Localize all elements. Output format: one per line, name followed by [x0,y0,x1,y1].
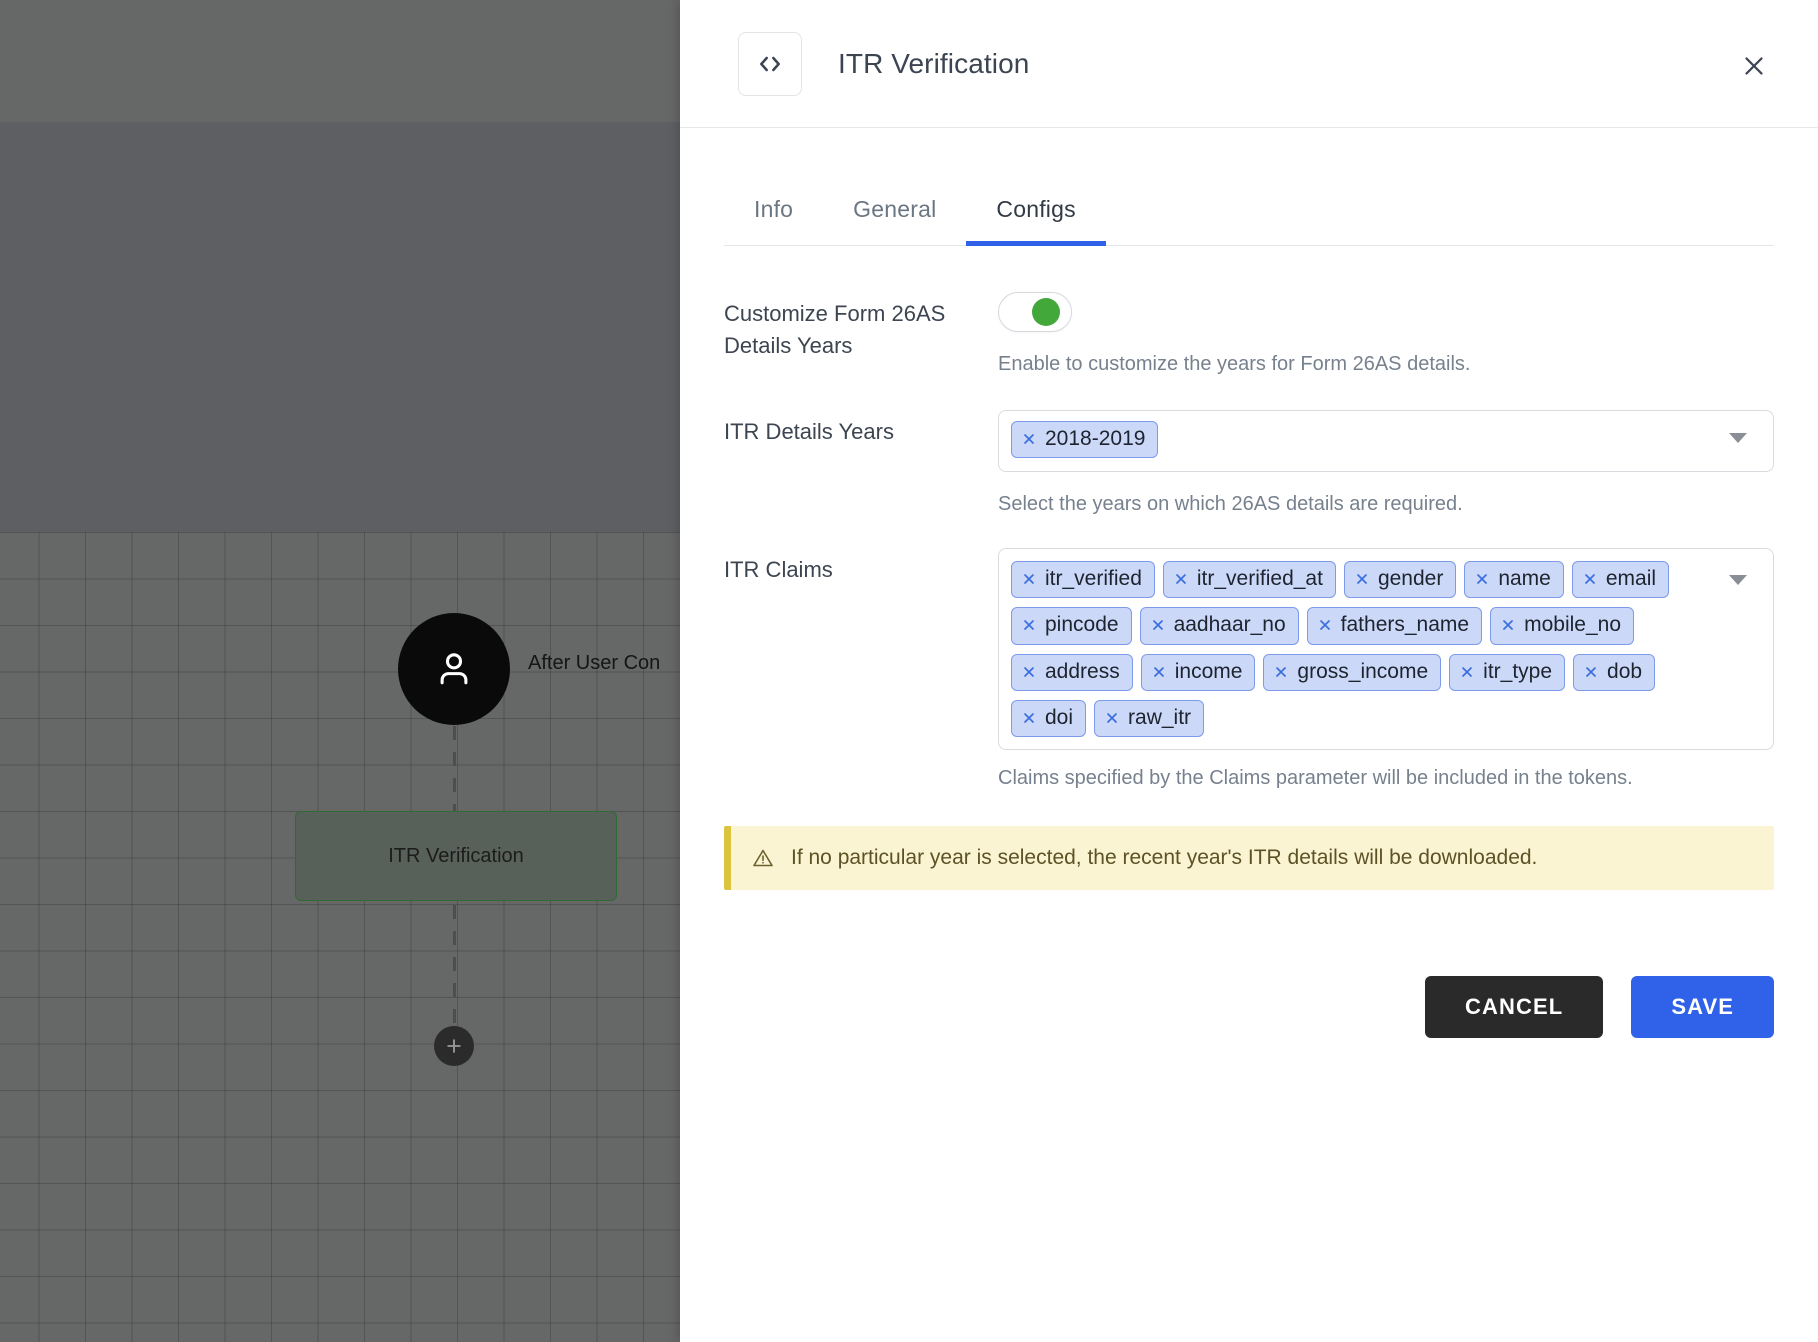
task-node-label: ITR Verification [388,844,524,867]
chip-label: pincode [1045,613,1119,637]
drawer-tabs: Info General Configs [724,176,1774,246]
chip-label: mobile_no [1524,613,1621,637]
drawer-actions: CANCEL SAVE [724,976,1774,1038]
chip-label: itr_verified [1045,567,1142,590]
warning-text: If no particular year is selected, the r… [791,846,1538,869]
add-step-button[interactable] [434,1026,474,1066]
chip-remove-icon[interactable] [1273,664,1289,680]
tab-configs[interactable]: Configs [966,176,1107,246]
save-button[interactable]: SAVE [1631,976,1774,1038]
chip-label: dob [1607,659,1643,683]
chip-mobile-no[interactable]: mobile_no [1490,607,1634,645]
tab-info[interactable]: Info [724,176,823,245]
chip-remove-icon[interactable] [1104,710,1120,726]
chip-label: income [1174,659,1243,683]
customize-form26as-toggle[interactable] [998,292,1072,332]
chip-2018-2019[interactable]: 2018-2019 [1011,421,1159,459]
chip-label: gender [1377,567,1444,590]
configs-form: Customize Form 26AS Details Years Enable… [724,246,1774,1038]
chevron-down-icon[interactable] [1729,433,1747,443]
canvas-topbar-dim [0,0,680,122]
flow-edge-lower [453,905,456,1035]
close-button[interactable] [1730,42,1778,90]
chip-pincode[interactable]: pincode [1011,607,1132,645]
workflow-canvas[interactable]: After User Con ITR Verification [0,0,680,1342]
config-drawer: ITR Verification Info General Configs Cu… [680,0,1818,1342]
chip-doi[interactable]: doi [1011,699,1087,737]
page-title: ITR Verification [838,47,1030,79]
chip-label: itr_type [1483,659,1553,683]
tab-general[interactable]: General [823,176,966,245]
chip-remove-icon[interactable] [1317,617,1333,633]
chip-label: 2018-2019 [1045,427,1146,450]
toggle-knob [1032,298,1060,326]
chip-label: itr_verified_at [1196,567,1323,590]
chip-label: doi [1045,705,1074,729]
chip-itr-verified[interactable]: itr_verified [1011,561,1155,599]
chip-remove-icon[interactable] [1021,571,1037,587]
chip-remove-icon[interactable] [1150,617,1166,633]
chip-itr-verified-at[interactable]: itr_verified_at [1162,561,1336,599]
user-icon [431,646,477,692]
canvas-upper-band [0,122,680,532]
chip-remove-icon[interactable] [1173,571,1189,587]
itr-claims-select[interactable]: itr_verified itr_verified_at gender name ema… [998,548,1774,750]
chevron-down-icon[interactable] [1729,575,1747,585]
chip-email[interactable]: email [1571,561,1670,599]
chip-label: email [1605,567,1657,590]
chip-remove-icon[interactable] [1500,617,1516,633]
chip-income[interactable]: income [1140,653,1256,691]
chip-label: name [1498,567,1551,590]
plus-icon [444,1036,464,1056]
chip-remove-icon[interactable] [1582,571,1598,587]
itr-details-years-helper: Select the years on which 26AS details a… [998,493,1463,515]
chip-remove-icon[interactable] [1151,664,1167,680]
customize-form26as-label: Customize Form 26AS Details Years [724,301,946,358]
itr-details-years-select[interactable]: 2018-2019 [998,410,1774,472]
chip-label: aadhaar_no [1173,613,1286,637]
close-icon [1739,51,1769,81]
chip-fathers-name[interactable]: fathers_name [1306,607,1483,645]
app-root: After User Con ITR Verification ITR Veri… [0,0,1818,1342]
chip-remove-icon[interactable] [1354,571,1370,587]
chip-remove-icon[interactable] [1474,571,1490,587]
itr-details-years-label: ITR Details Years [724,419,894,444]
chip-gross-income[interactable]: gross_income [1263,653,1442,691]
chip-gender[interactable]: gender [1343,561,1457,599]
chip-aadhaar-no[interactable]: aadhaar_no [1139,607,1299,645]
chip-address[interactable]: address [1011,653,1133,691]
drawer-header: ITR Verification [680,0,1818,128]
customize-form26as-helper: Enable to customize the years for Form 2… [998,353,1471,375]
chip-remove-icon[interactable] [1021,710,1037,726]
warning-triangle-icon [751,846,775,870]
drawer-body: Info General Configs Customize Form 26AS… [680,128,1818,1342]
chip-name[interactable]: name [1464,561,1564,599]
chip-remove-icon[interactable] [1021,664,1037,680]
row-itr-claims: ITR Claims itr_verified itr_verified_at ge… [724,548,1774,792]
chip-remove-icon[interactable] [1021,617,1037,633]
chip-remove-icon[interactable] [1583,664,1599,680]
row-itr-details-years: ITR Details Years 2018-2019 Select the y… [724,410,1774,518]
chip-dob[interactable]: dob [1573,653,1656,691]
user-start-node[interactable] [398,613,510,725]
task-node-itr-verification[interactable]: ITR Verification [295,811,617,901]
row-customize-form26as: Customize Form 26AS Details Years Enable… [724,292,1774,378]
warning-banner: If no particular year is selected, the r… [724,826,1774,890]
chip-label: address [1045,659,1120,683]
code-brackets-icon [738,31,802,96]
chip-remove-icon[interactable] [1459,664,1475,680]
chip-label: gross_income [1297,659,1429,683]
chip-label: fathers_name [1340,613,1470,637]
chip-itr-type[interactable]: itr_type [1449,653,1566,691]
chip-label: raw_itr [1128,705,1192,729]
cancel-button[interactable]: CANCEL [1425,976,1604,1038]
itr-claims-helper: Claims specified by the Claims parameter… [998,767,1633,789]
chip-raw-itr[interactable]: raw_itr [1094,699,1205,737]
user-node-label: After User Con [528,652,661,674]
chip-remove-icon[interactable] [1021,431,1037,447]
itr-claims-label: ITR Claims [724,557,833,582]
